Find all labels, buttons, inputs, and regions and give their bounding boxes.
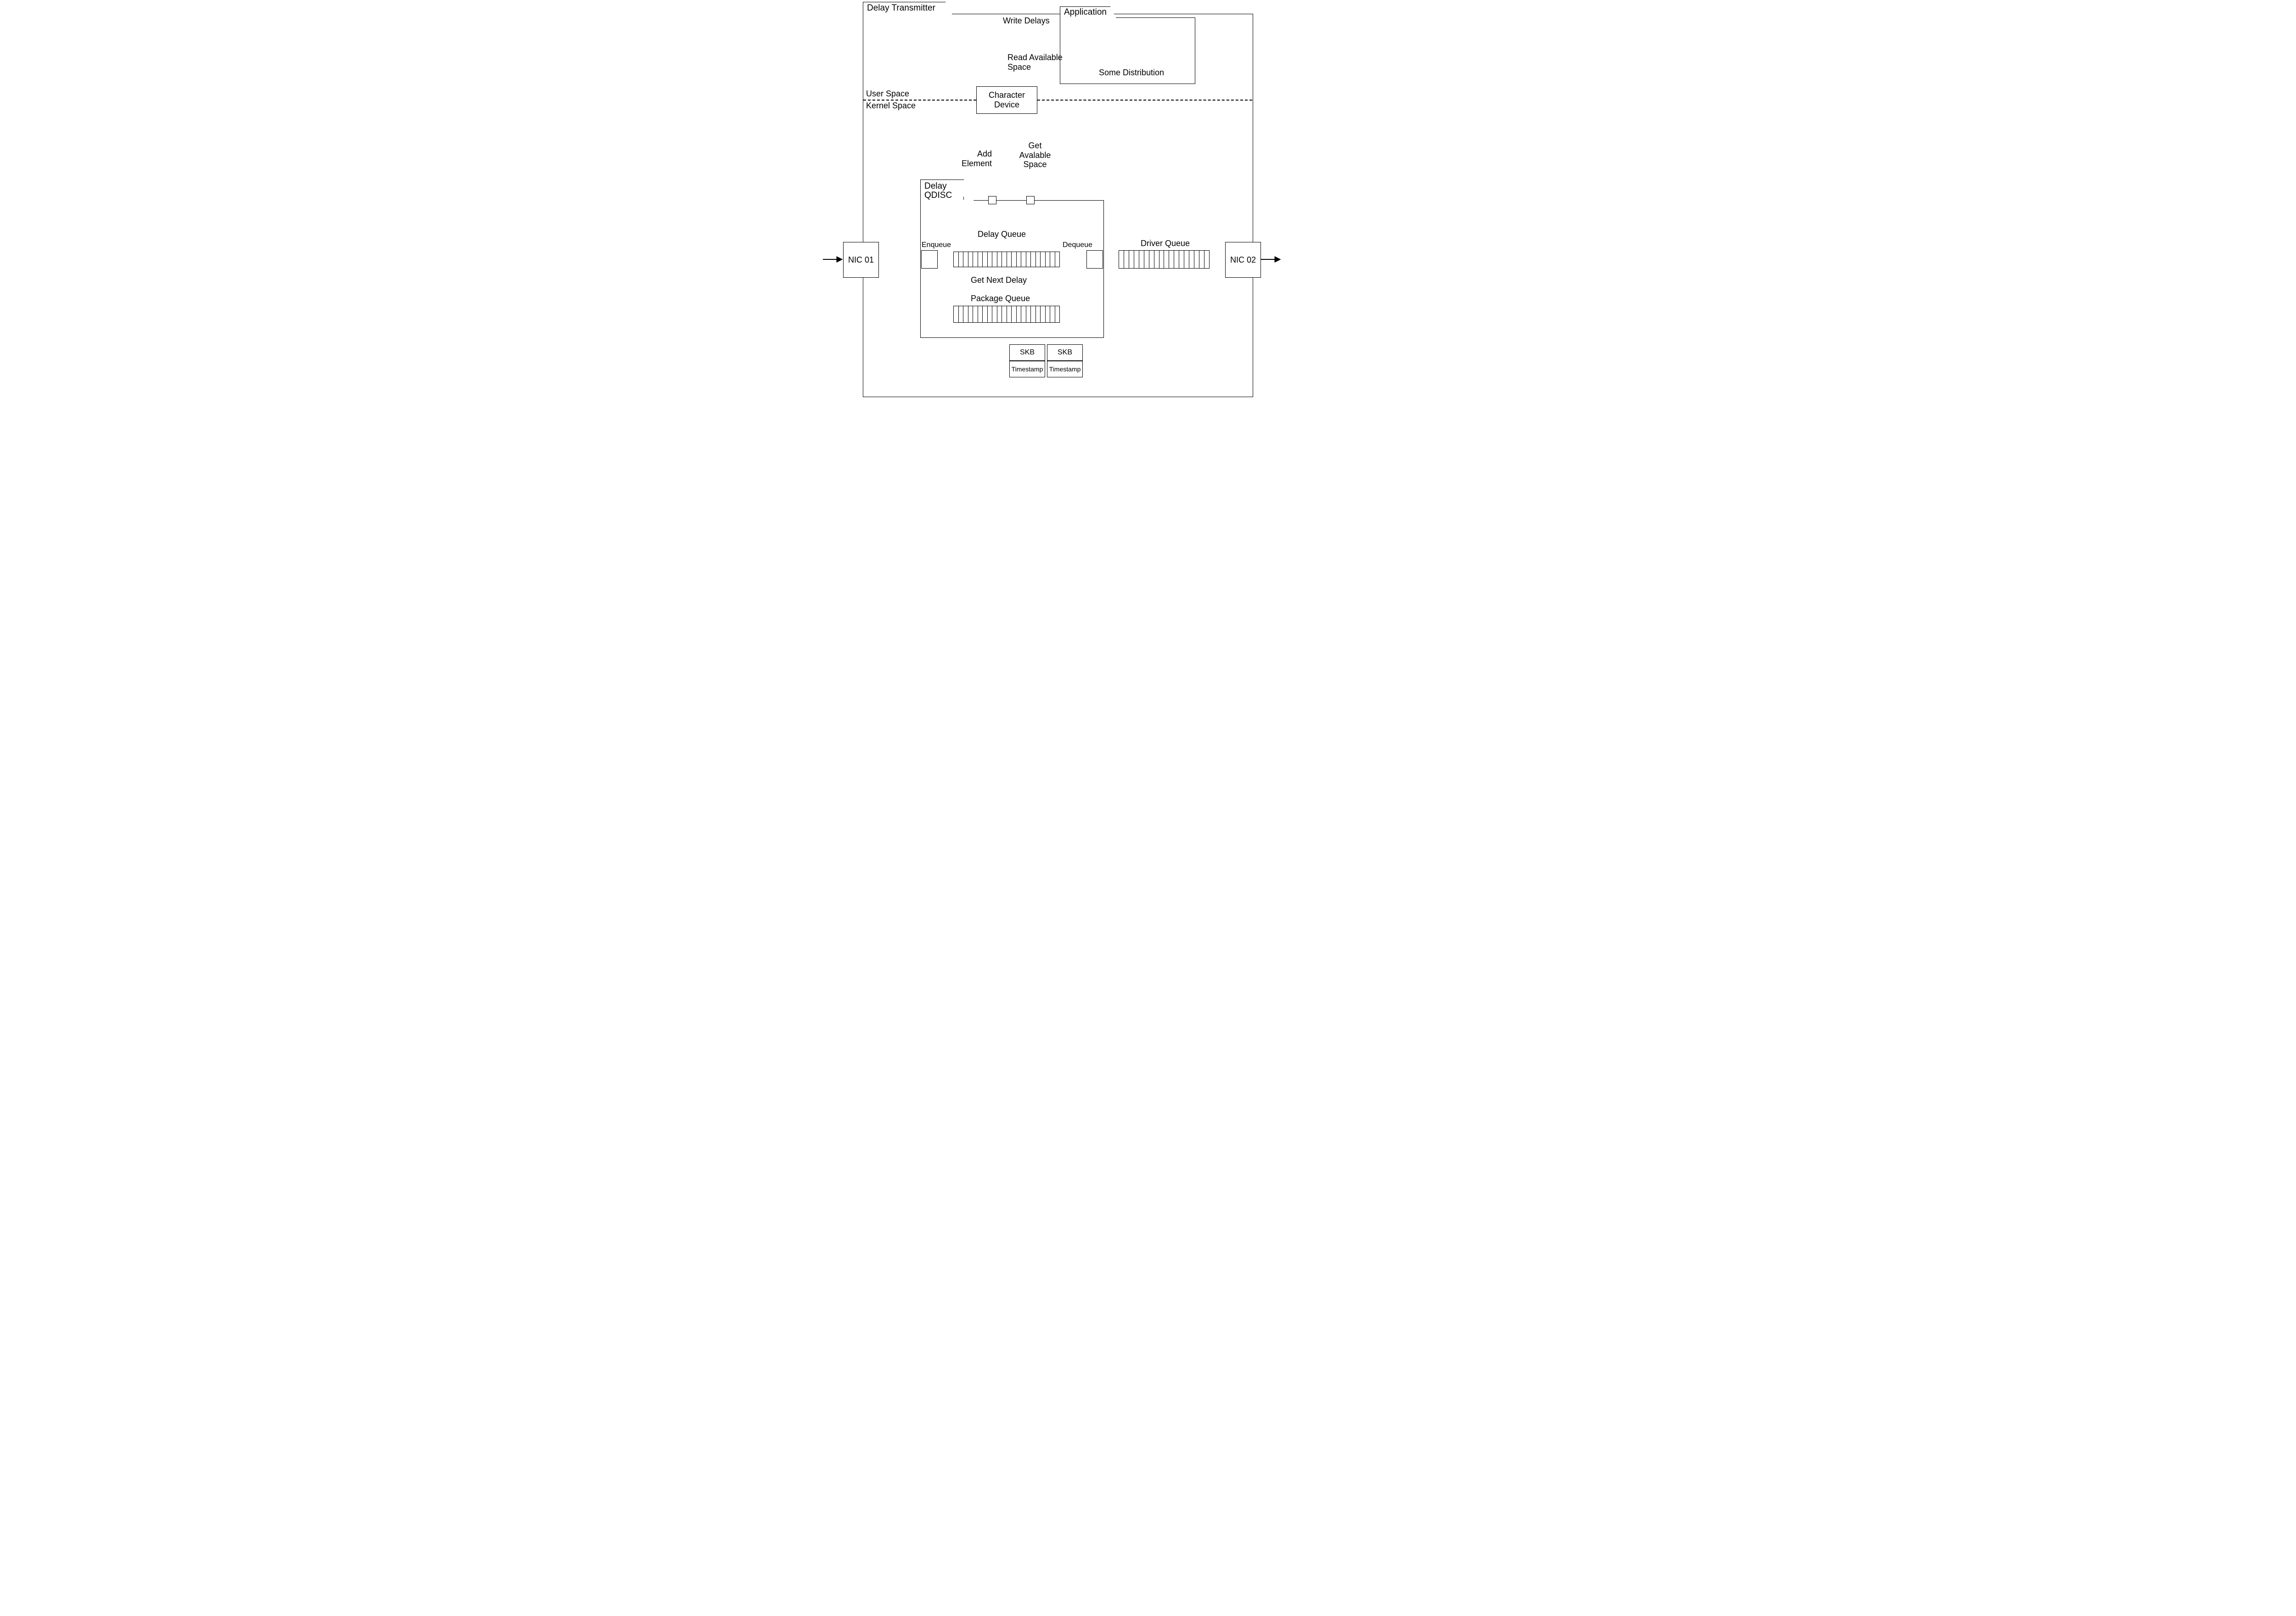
nic01-box: NIC 01: [843, 242, 879, 278]
delay-transmitter-tab: Delay Transmitter: [863, 2, 945, 14]
dequeue-label: Dequeue: [1063, 241, 1092, 249]
dequeue-port: [1086, 250, 1103, 269]
get-available-label: Get Avalable Space: [1017, 141, 1053, 169]
application-title: Application: [1064, 7, 1107, 17]
kernel-space-label: Kernel Space: [866, 101, 916, 111]
get-next-delay-label: Get Next Delay: [971, 275, 1027, 285]
enqueue-port: [921, 250, 938, 269]
skb1-top-label: SKB: [1020, 348, 1035, 357]
package-queue-label: Package Queue: [971, 294, 1030, 303]
user-kernel-boundary-right: [1037, 100, 1252, 101]
skb2-top: SKB: [1047, 344, 1083, 361]
character-device-box: Character Device: [976, 86, 1037, 114]
enqueue-label: Enqueue: [922, 241, 951, 249]
package-queue: [953, 306, 1060, 323]
skb1-bot-label: Timestamp: [1012, 365, 1043, 373]
read-available-label: Read Available Space: [1007, 53, 1063, 72]
character-device-label: Character Device: [977, 90, 1037, 110]
driver-queue: [1119, 250, 1210, 269]
skb2-bot-label: Timestamp: [1049, 365, 1081, 373]
driver-queue-label: Driver Queue: [1141, 239, 1190, 248]
add-element-port: [988, 196, 996, 204]
nic02-label: NIC 02: [1230, 255, 1256, 265]
add-element-label: Add Element: [960, 149, 992, 168]
delay-qdisc-title: Delay QDISC: [924, 182, 960, 200]
delay-qdisc-tab: Delay QDISC: [920, 180, 964, 201]
user-space-label: User Space: [866, 89, 909, 99]
nic02-box: NIC 02: [1225, 242, 1261, 278]
nic01-label: NIC 01: [848, 255, 874, 265]
delay-queue: [953, 252, 1060, 267]
write-delays-label: Write Delays: [1003, 16, 1050, 26]
application-tab: Application: [1060, 6, 1110, 18]
skb1-bot: Timestamp: [1009, 361, 1045, 377]
get-available-port: [1026, 196, 1035, 204]
skb1-top: SKB: [1009, 344, 1045, 361]
skb2-top-label: SKB: [1058, 348, 1072, 357]
delay-queue-label: Delay Queue: [978, 230, 1026, 239]
delay-transmitter-title: Delay Transmitter: [867, 3, 935, 13]
skb2-bot: Timestamp: [1047, 361, 1083, 377]
user-kernel-boundary: [863, 100, 976, 101]
distribution-label: Some Distribution: [1092, 68, 1171, 78]
